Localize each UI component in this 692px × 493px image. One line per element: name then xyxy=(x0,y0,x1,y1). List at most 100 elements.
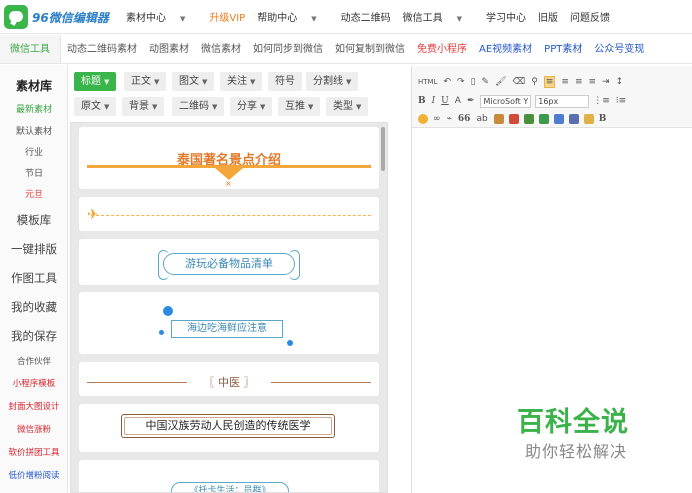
sidebar-item-industry[interactable]: 行业 xyxy=(0,145,68,158)
tab-wechat-tools[interactable]: 微信工具 xyxy=(0,35,61,63)
ordered-list-icon[interactable]: ⋮≡ xyxy=(593,96,610,106)
sidebar-item-favorites[interactable]: 我的收藏 xyxy=(0,299,68,315)
nav-item-upgrade-vip[interactable]: 升级VIP xyxy=(209,9,245,24)
binoculars-icon[interactable]: ⚲ xyxy=(531,77,538,87)
emoji-icon[interactable] xyxy=(418,114,428,124)
filter-symbol[interactable]: 符号 xyxy=(268,72,302,91)
brush-icon[interactable] xyxy=(583,114,594,124)
nav-item-old-version[interactable]: 旧版 xyxy=(538,9,558,24)
nav-item-material-center[interactable]: 素材中心 ▼ xyxy=(126,9,197,24)
chevron-down-icon: ▼ xyxy=(456,15,462,23)
filter-image-text[interactable]: 图文 ▼ xyxy=(172,72,215,91)
sidebar-item-one-click-layout[interactable]: 一键排版 xyxy=(0,241,68,257)
sidebar-item-latest[interactable]: 最新素材 xyxy=(0,102,68,115)
bold-alt-button[interactable]: B xyxy=(599,114,607,124)
sidebar-item-holiday[interactable]: 节日 xyxy=(0,166,68,179)
filter-share[interactable]: 分享 ▼ xyxy=(230,97,273,116)
filter-title[interactable]: 标题 ▼ xyxy=(74,72,117,91)
sidebar-item-drawing-tool[interactable]: 作图工具 xyxy=(0,270,68,286)
link-icon[interactable]: ∞ xyxy=(433,114,441,124)
sidebar-item-template-library[interactable]: 模板库 xyxy=(0,212,68,228)
sidebar-heading-material-library[interactable]: 素材库 xyxy=(0,77,68,94)
font-family-select[interactable]: MicroSoft Y xyxy=(480,94,532,108)
gallery-icon[interactable] xyxy=(523,114,534,124)
sidebar-item-new-year[interactable]: 元旦 xyxy=(0,187,68,200)
filter-divider[interactable]: 分割线 ▼ xyxy=(306,72,359,91)
format-brush-icon[interactable]: 🖌 xyxy=(495,77,506,87)
sidebar-item-default[interactable]: 默认素材 xyxy=(0,124,68,137)
left-sidebar: 素材库 最新素材 默认素材 行业 节日 元旦 模板库 一键排版 作图工具 我的收… xyxy=(0,65,68,493)
filter-type[interactable]: 类型 ▼ xyxy=(326,97,369,116)
app-logo[interactable]: 96微信编辑器 xyxy=(4,5,109,29)
logo-icon xyxy=(4,5,28,29)
filter-original[interactable]: 原文 ▼ xyxy=(74,97,117,116)
tab-ppt-material[interactable]: PPT素材 xyxy=(538,35,588,63)
resize-handle[interactable] xyxy=(159,330,164,335)
image-icon[interactable] xyxy=(508,114,519,124)
filter-cross-promotion[interactable]: 互推 ▼ xyxy=(278,97,321,116)
html-source-button[interactable]: HTML xyxy=(418,78,437,86)
unordered-list-icon[interactable]: ⁝≡ xyxy=(616,96,626,106)
sidebar-item-saved[interactable]: 我的保存 xyxy=(0,328,68,344)
filter-qrcode[interactable]: 二维码 ▼ xyxy=(172,97,225,116)
align-center-icon[interactable]: ≡ xyxy=(561,77,569,87)
template-card-selected[interactable]: 海边吃海鲜应注意 xyxy=(79,292,379,354)
template-card[interactable]: 《托卡生活：员群》 xyxy=(79,460,379,492)
tab-how-to-copy[interactable]: 如何复制到微信 xyxy=(329,35,411,63)
filter-body[interactable]: 正文 ▼ xyxy=(124,72,167,91)
tab-gif-material[interactable]: 动图素材 xyxy=(143,35,195,63)
font-color-icon[interactable]: A xyxy=(455,96,461,106)
document-icon[interactable]: ▯ xyxy=(471,77,476,87)
template-card[interactable]: 中国汉族劳动人民创造的传统医学 xyxy=(79,404,379,452)
tab-dynamic-qrcode-material[interactable]: 动态二维码素材 xyxy=(61,35,143,63)
tab-wechat-material[interactable]: 微信素材 xyxy=(195,35,247,63)
filter-background[interactable]: 背景 ▼ xyxy=(122,97,165,116)
sidebar-item-partners[interactable]: 合作伙伴 xyxy=(0,355,68,367)
tab-monetization[interactable]: 公众号变现 xyxy=(588,35,650,63)
align-right-icon[interactable]: ≡ xyxy=(575,77,583,87)
list-scrollbar[interactable] xyxy=(381,127,385,171)
nav-item-dynamic-qrcode[interactable]: 动态二维码 xyxy=(341,9,391,24)
underline-button[interactable]: U xyxy=(441,96,449,106)
line-height-icon[interactable]: ↕ xyxy=(616,77,624,87)
eraser-icon[interactable]: ⌫ xyxy=(513,77,526,87)
video-icon[interactable] xyxy=(568,114,579,124)
quote-icon[interactable]: 66 xyxy=(458,114,471,124)
sidebar-item-cheap-reading[interactable]: 低价增粉阅读 xyxy=(0,469,68,481)
template-title-text: 海边吃海鲜应注意 xyxy=(171,320,283,338)
align-left-icon[interactable]: ≡ xyxy=(543,76,556,88)
sidebar-item-gain-followers[interactable]: 微信涨粉 xyxy=(0,423,68,435)
puzzle-icon[interactable] xyxy=(538,114,549,124)
bold-button[interactable]: B xyxy=(418,96,426,106)
template-card[interactable]: ✈ xyxy=(79,197,379,231)
tab-free-mini-program[interactable]: 免费小程序 xyxy=(411,35,473,63)
italic-button[interactable]: I xyxy=(432,96,436,106)
resize-handle[interactable] xyxy=(163,306,173,316)
sidebar-item-mini-program-template[interactable]: 小程序模板 xyxy=(0,377,68,389)
align-justify-icon[interactable]: ≡ xyxy=(588,77,596,87)
template-card[interactable]: 〖 中医 〗 xyxy=(79,362,379,396)
sidebar-item-cover-design[interactable]: 封面大图设计 xyxy=(0,400,68,412)
sidebar-item-group-buy-tool[interactable]: 软价拼团工具 xyxy=(0,446,68,458)
redo-icon[interactable]: ↷ xyxy=(457,77,465,87)
tab-how-to-sync[interactable]: 如何同步到微信 xyxy=(247,35,329,63)
toolbar-row-3: ∞ ⌁ 66 ab B xyxy=(418,111,612,127)
undo-icon[interactable]: ↶ xyxy=(443,77,451,87)
pen-icon[interactable]: ✎ xyxy=(482,77,490,87)
highlight-icon[interactable]: ✒ xyxy=(467,96,475,106)
unlink-icon[interactable]: ⌁ xyxy=(447,114,452,124)
nav-item-feedback[interactable]: 问题反馈 xyxy=(570,9,610,24)
nav-item-wechat-tools[interactable]: 微信工具 ▼ xyxy=(403,9,474,24)
template-card[interactable]: 泰国著名景点介绍 × xyxy=(79,127,379,189)
table-icon[interactable] xyxy=(493,114,504,124)
abc-icon[interactable]: ab xyxy=(476,114,487,124)
nav-item-learning-center[interactable]: 学习中心 xyxy=(486,9,526,24)
tab-ae-video-material[interactable]: AE视频素材 xyxy=(473,35,538,63)
music-icon[interactable] xyxy=(553,114,564,124)
filter-follow[interactable]: 关注 ▼ xyxy=(220,72,263,91)
resize-handle[interactable] xyxy=(287,340,293,346)
indent-icon[interactable]: ⇥ xyxy=(602,77,610,87)
template-card[interactable]: 游玩必备物品清单 xyxy=(79,239,379,285)
nav-item-help-center[interactable]: 帮助中心 ▼ xyxy=(257,9,328,24)
font-size-select[interactable]: 16px xyxy=(535,94,590,108)
